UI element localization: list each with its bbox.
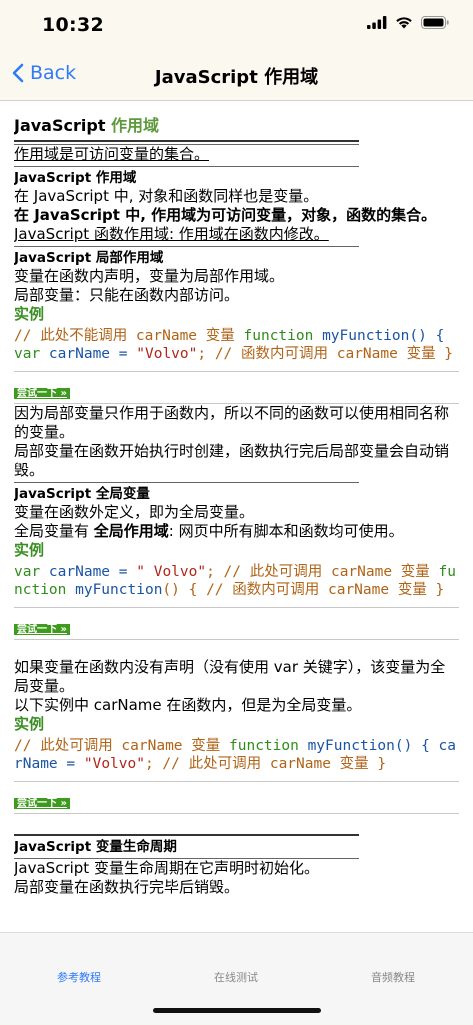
text-run: : 网页中所有脚本和函数均可使用。 (168, 522, 404, 540)
code-token: ; // 此处可调用 carName 变量 (206, 564, 439, 580)
try-it-button[interactable]: 尝试一下 » (14, 388, 70, 399)
code-token: var (14, 564, 41, 580)
divider (14, 166, 359, 167)
home-indicator (153, 1008, 321, 1013)
code-example-2: var carName = " Volvo"; // 此处可调用 carName… (14, 563, 459, 599)
code-example-1: // 此处不能调用 carName 变量 function myFunction… (14, 327, 459, 363)
code-token: function (229, 738, 299, 754)
code-token: myFunction (313, 328, 410, 344)
section-title-local: JavaScript 局部作用域 (14, 250, 164, 266)
paragraph: JavaScript 变量生命周期在它声明时初始化。 (14, 859, 319, 877)
status-bar: 10:32 (0, 0, 473, 50)
paragraph: JavaScript 函数作用域: 作用域在函数内修改。 (14, 225, 329, 243)
divider (14, 482, 359, 483)
code-token: ; // 此处可调用 carName 变量 } (144, 756, 387, 772)
text-run: 全局作用域 (93, 522, 169, 540)
code-token: // 此处不能调用 carName 变量 (14, 328, 244, 344)
text-run: 全局变量有 (14, 522, 94, 540)
code-token: () { // 函数内可调用 carName 变量 } (162, 582, 445, 598)
code-token: = (110, 564, 137, 580)
code-token: "Volvo" (136, 346, 198, 362)
code-token: = (110, 346, 137, 362)
tab-audio[interactable]: 音频教程 (343, 969, 443, 985)
battery-icon (421, 16, 449, 29)
heading-scope: 作用域 (111, 116, 160, 135)
divider (14, 371, 459, 372)
paragraph: 在 JavaScript 中, 对象和函数同样也是变量。 (14, 187, 319, 205)
example-label: 实例 (14, 715, 45, 733)
code-token: function (243, 328, 314, 344)
section-title-global: JavaScript 全局变量 (14, 486, 150, 502)
divider (14, 607, 459, 608)
intro-text: 作用域是可访问变量的集合。 (14, 145, 210, 163)
try-it-button[interactable]: 尝试一下 » (14, 798, 70, 809)
paragraph: 如果变量在函数内没有声明（没有使用 var 关键字），该变量为全局变量。 (14, 658, 446, 695)
paragraph: 局部变量在函数开始执行时创建，函数执行完后局部变量会自动销毁。 (14, 442, 450, 479)
code-token: myFunction (298, 738, 395, 754)
code-token: () { (409, 328, 445, 344)
code-token: carName (40, 346, 111, 362)
status-time: 10:32 (42, 14, 104, 36)
example-label: 实例 (14, 541, 45, 559)
wifi-icon (396, 17, 412, 29)
tab-reference[interactable]: 参考教程 (29, 969, 129, 985)
article-heading: JavaScript 作用域 (14, 115, 459, 137)
paragraph: 全局变量有 全局作用域: 网页中所有脚本和函数均可使用。 (14, 522, 459, 541)
status-icons (367, 16, 449, 29)
navigation-bar: Back JavaScript 作用域 (0, 50, 473, 101)
tab-online-test[interactable]: 在线测试 (186, 969, 286, 985)
try-it-button[interactable]: 尝试一下 » (14, 624, 70, 635)
code-example-3: // 此处可调用 carName 变量 function myFunction(… (14, 737, 459, 773)
divider (14, 813, 459, 814)
paragraph: 变量在函数外定义，即为全局变量。 (14, 503, 255, 521)
divider (14, 246, 359, 247)
page-title: JavaScript 作用域 (154, 67, 319, 88)
article-content[interactable]: JavaScript 作用域 作用域是可访问变量的集合。 JavaScript … (14, 100, 459, 932)
code-token: = (57, 756, 84, 772)
code-token: carName (40, 564, 111, 580)
paragraph: 局部变量：只能在函数内部访问。 (14, 286, 240, 304)
paragraph: 局部变量在函数执行完毕后销毁。 (14, 878, 240, 896)
divider (14, 834, 359, 836)
code-token: // 此处可调用 carName 变量 (14, 738, 229, 754)
code-token: myFunction (66, 582, 163, 598)
example-label: 实例 (14, 305, 45, 323)
section-title-scope: JavaScript 作用域 (14, 170, 137, 186)
signal-icon (367, 16, 387, 29)
paragraph: 以下实例中 carName 在函数内，但是为全局变量。 (14, 696, 362, 714)
divider (14, 781, 459, 782)
divider (14, 639, 459, 640)
heading-js: JavaScript (14, 116, 106, 135)
paragraph: 在 JavaScript 中, 作用域为可访问变量，对象，函数的集合。 (14, 206, 437, 224)
paragraph: 变量在函数内声明，变量为局部作用域。 (14, 267, 285, 285)
section-title-lifecycle: JavaScript 变量生命周期 (14, 839, 177, 855)
code-token: " Volvo" (136, 564, 207, 580)
divider (14, 140, 359, 142)
paragraph: 因为局部变量只作用于函数内，所以不同的函数可以使用相同名称的变量。 (14, 404, 450, 441)
code-token: "Volvo" (83, 756, 145, 772)
code-token: ; // 函数内可调用 carName 变量 } (197, 346, 454, 362)
code-token: () { (394, 738, 439, 754)
code-token: var (14, 346, 41, 362)
